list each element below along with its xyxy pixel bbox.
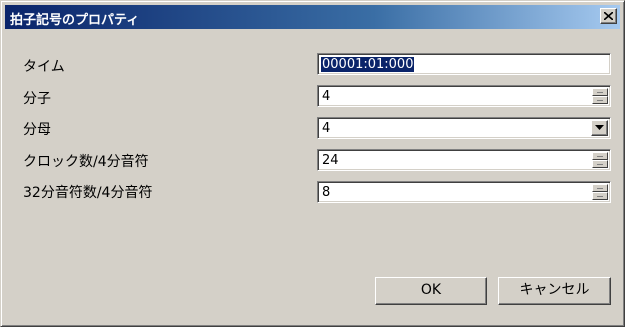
denominator-label: 分母 [23, 122, 51, 138]
denominator-dropdown-button[interactable] [591, 120, 608, 136]
time-input[interactable]: 00001:01:000 [317, 53, 611, 75]
dialog-window: 拍子記号のプロパティ タイム 00001:01:000 分子 4 分母 4 クロ… [0, 0, 625, 327]
time-value: 00001:01:000 [321, 57, 415, 72]
clocks-increment-button[interactable] [592, 152, 608, 160]
title-bar[interactable]: 拍子記号のプロパティ [5, 5, 620, 29]
close-icon [604, 12, 613, 20]
thirtyseconds-stepper[interactable]: 8 [317, 181, 611, 203]
clocks-label: クロック数/4分音符 [23, 154, 149, 170]
spinner-arrows-icon[interactable] [592, 88, 608, 104]
denominator-value: 4 [322, 121, 331, 136]
cancel-button[interactable]: キャンセル [498, 277, 611, 305]
numerator-value: 4 [322, 89, 331, 104]
thirtyseconds-value: 8 [322, 185, 331, 200]
thirtyseconds-label: 32分音符数/4分音符 [23, 185, 153, 201]
spinner-arrows-icon[interactable] [592, 152, 608, 168]
clocks-stepper[interactable]: 24 [317, 149, 611, 171]
clocks-value: 24 [322, 153, 339, 168]
numerator-decrement-button[interactable] [592, 96, 608, 104]
numerator-increment-button[interactable] [592, 88, 608, 96]
chevron-down-icon [595, 125, 604, 130]
denominator-select[interactable]: 4 [317, 117, 611, 139]
clocks-decrement-button[interactable] [592, 160, 608, 168]
thirtyseconds-decrement-button[interactable] [592, 192, 608, 200]
numerator-label: 分子 [23, 91, 51, 107]
numerator-stepper[interactable]: 4 [317, 85, 611, 107]
thirtyseconds-increment-button[interactable] [592, 184, 608, 192]
close-button[interactable] [600, 8, 617, 24]
time-label: タイム [23, 59, 65, 75]
spinner-arrows-icon[interactable] [592, 184, 608, 200]
window-title: 拍子記号のプロパティ [10, 13, 140, 28]
ok-button[interactable]: OK [375, 277, 487, 305]
